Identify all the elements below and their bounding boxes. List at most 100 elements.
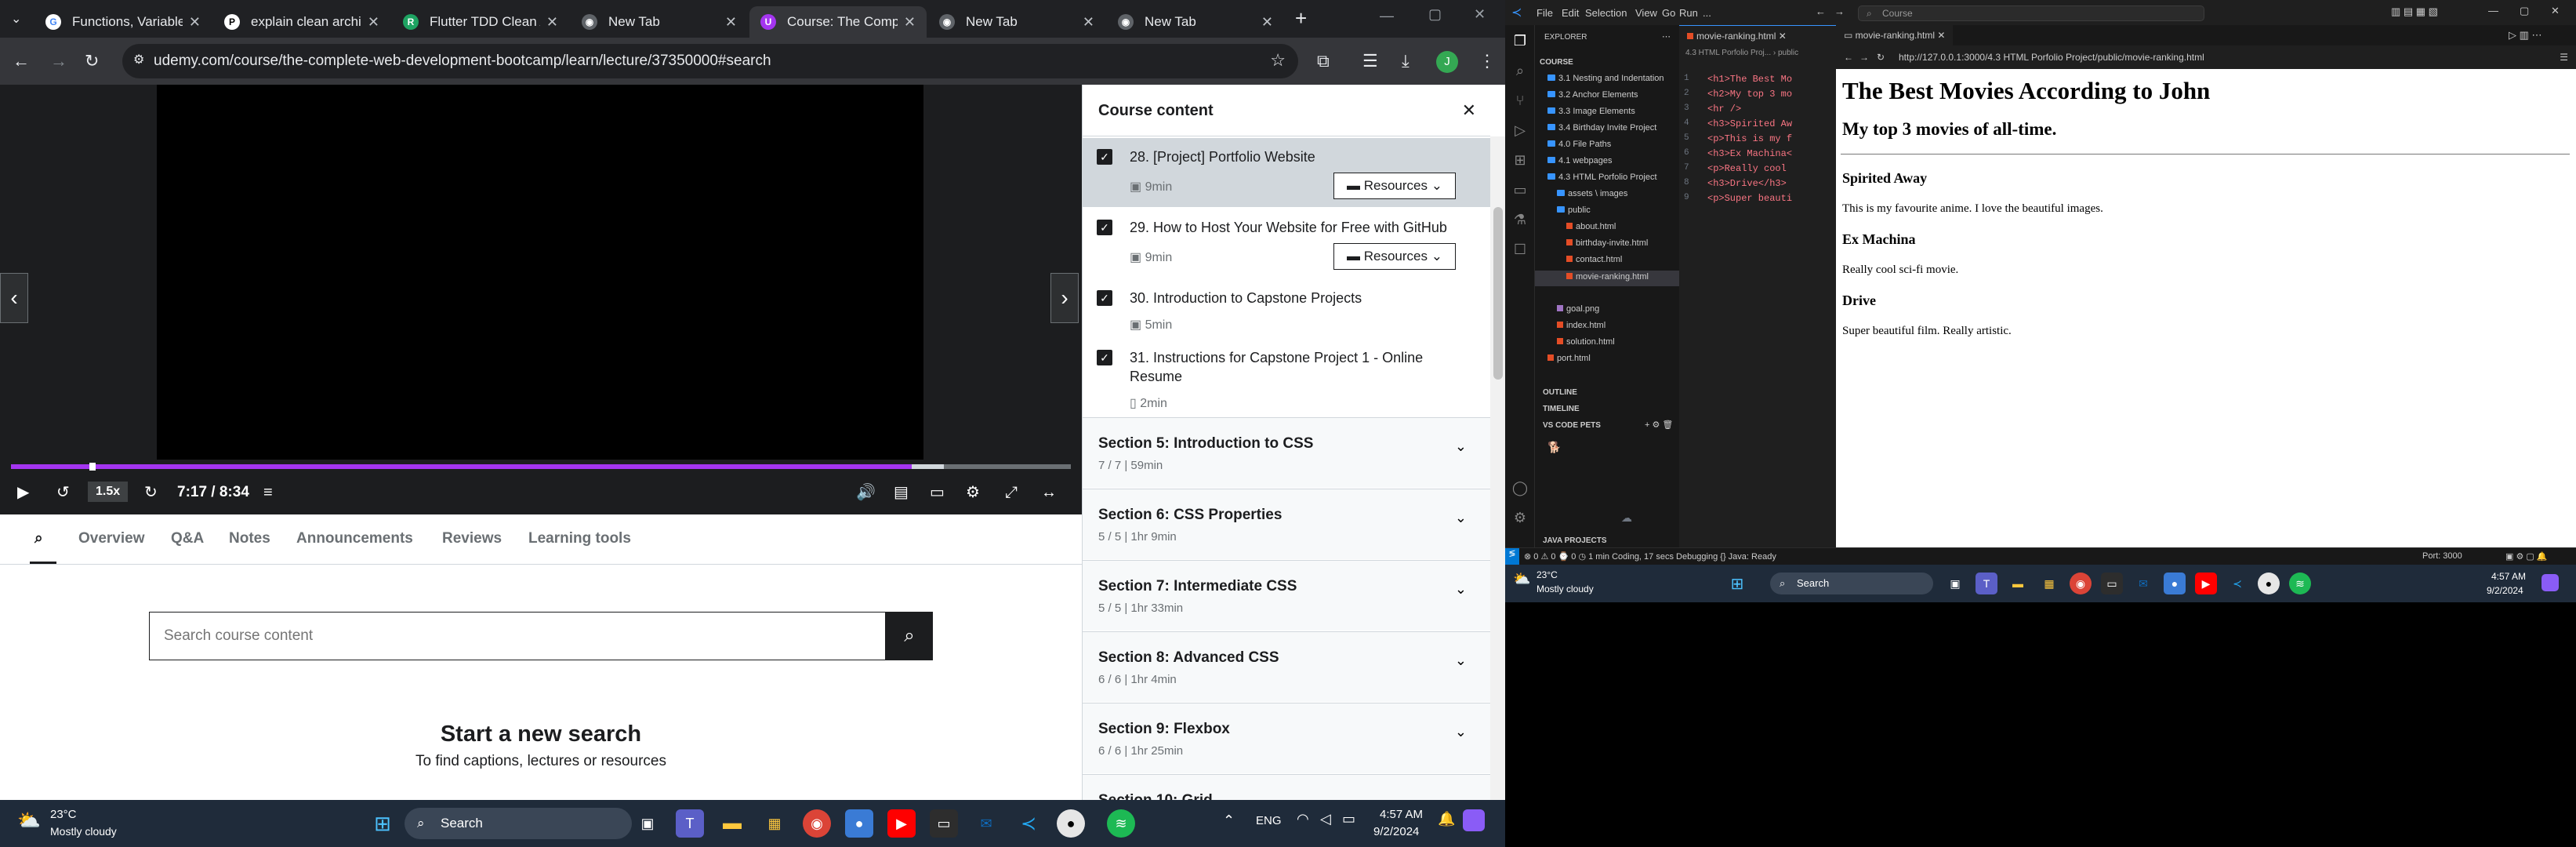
- menu-go[interactable]: Go: [1662, 7, 1675, 19]
- settings-icon[interactable]: ⚙: [1511, 510, 1529, 527]
- section-item[interactable]: Section 5: Introduction to CSS 7 / 7 | 59…: [1083, 417, 1490, 488]
- volume-icon[interactable]: ◁: [1320, 811, 1331, 827]
- checkbox-checked[interactable]: ✓: [1097, 290, 1112, 306]
- tray-chevron-icon[interactable]: ⌃: [1223, 812, 1235, 829]
- section-item[interactable]: Section 7: Intermediate CSS 5 / 5 | 1hr 3…: [1083, 560, 1490, 631]
- teams-icon[interactable]: T: [676, 809, 704, 838]
- teams-icon[interactable]: T: [1976, 573, 1997, 594]
- resources-button[interactable]: ▬ Resources ⌄: [1333, 173, 1456, 199]
- status-icons[interactable]: ▣ ⚙ ▢ 🔔: [2505, 551, 2548, 562]
- vscode-icon[interactable]: ≺: [2226, 573, 2248, 594]
- terminal-icon[interactable]: ▭: [930, 809, 958, 838]
- forward-icon[interactable]: →: [1859, 45, 1869, 69]
- weather-desc[interactable]: Mostly cloudy: [1537, 583, 1594, 594]
- more-menu-icon[interactable]: ⋮: [1478, 38, 1496, 85]
- wifi-icon[interactable]: ◠: [1297, 811, 1309, 827]
- layout-icon[interactable]: ▥ ▤ ▦ ▧: [2391, 5, 2438, 18]
- section-item[interactable]: Section 9: Flexbox 6 / 6 | 1hr 25min ⌄: [1083, 703, 1490, 773]
- section-item[interactable]: Section 8: Advanced CSS 6 / 6 | 1hr 4min ⌄: [1083, 631, 1490, 702]
- task-view-icon[interactable]: ▣: [633, 809, 662, 838]
- explorer-icon[interactable]: ❐: [1511, 33, 1529, 50]
- tree-item-selected[interactable]: movie-ranking.html: [1535, 271, 1679, 286]
- volume-icon[interactable]: 🔊: [856, 471, 876, 514]
- tab-5[interactable]: U Course: The Comple ✕: [749, 6, 927, 38]
- new-tab-button[interactable]: +: [1295, 6, 1307, 31]
- back-icon[interactable]: ←: [13, 38, 30, 85]
- notes-icon[interactable]: ▤: [894, 471, 909, 514]
- app-icon[interactable]: ●: [2164, 573, 2186, 594]
- code-editor[interactable]: movie-ranking.html ✕ 4.3 HTML Porfolio P…: [1679, 25, 1836, 547]
- chat-icon[interactable]: ☐: [1511, 242, 1529, 259]
- previous-lecture-icon[interactable]: ‹: [0, 273, 28, 323]
- close-icon[interactable]: ✕: [904, 14, 916, 31]
- close-icon[interactable]: ✕: [189, 14, 201, 31]
- tree-item[interactable]: public: [1557, 205, 1591, 215]
- mail-icon[interactable]: ✉: [972, 809, 1000, 838]
- source-control-icon[interactable]: ⑂: [1511, 93, 1529, 110]
- checkbox-checked[interactable]: ✓: [1097, 350, 1112, 365]
- tab-6[interactable]: ◉ New Tab ✕: [928, 6, 1105, 38]
- timeline-section[interactable]: TIMELINE: [1543, 405, 1580, 413]
- clock-time[interactable]: 4:57 AM: [1380, 808, 1423, 821]
- tab-2[interactable]: P explain clean archite ✕: [213, 6, 390, 38]
- tree-item[interactable]: about.html: [1566, 222, 1616, 231]
- tab-reviews[interactable]: Reviews: [442, 530, 502, 547]
- next-lecture-icon[interactable]: ›: [1050, 273, 1079, 323]
- run-icon[interactable]: ▷ ▥ ⋯: [2509, 29, 2542, 42]
- tree-item[interactable]: port.html: [1547, 354, 1591, 363]
- tab-notes[interactable]: Notes: [229, 530, 270, 547]
- tab-4[interactable]: ◉ New Tab ✕: [571, 6, 748, 38]
- tree-item[interactable]: 3.3 Image Elements: [1547, 107, 1635, 116]
- tree-item[interactable]: solution.html: [1557, 337, 1615, 347]
- menu-view[interactable]: View: [1635, 7, 1657, 19]
- code-line[interactable]: <p>Really cool: [1707, 163, 1787, 174]
- start-icon[interactable]: ⊞: [1726, 573, 1748, 594]
- spotify-icon[interactable]: ≋: [2289, 573, 2311, 594]
- tree-item[interactable]: goal.png: [1557, 304, 1599, 314]
- code-line[interactable]: <p>Super beauti: [1707, 193, 1792, 204]
- tab-7[interactable]: ◉ New Tab ✕: [1107, 6, 1284, 38]
- lecture-item[interactable]: ✓ 28. [Project] Portfolio Website ▣ 9min…: [1083, 138, 1490, 207]
- tab-1[interactable]: G Functions, Variables ✕: [34, 6, 212, 38]
- folder-root[interactable]: COURSE: [1540, 58, 1573, 67]
- checkbox-checked[interactable]: ✓: [1097, 149, 1112, 165]
- lecture-item[interactable]: ✓ 31. Instructions for Capstone Project …: [1083, 339, 1490, 417]
- video-screen[interactable]: [157, 85, 923, 514]
- store-icon[interactable]: ▦: [2038, 573, 2060, 594]
- search-icon[interactable]: ⌕: [1511, 63, 1529, 80]
- pets-section[interactable]: VS CODE PETS: [1543, 421, 1601, 430]
- taskbar-search[interactable]: ⌕ Search: [405, 808, 632, 839]
- tab-announcements[interactable]: Announcements: [296, 530, 413, 547]
- forward-icon[interactable]: →: [50, 38, 67, 85]
- pets-actions[interactable]: + ⚙ 🗑: [1645, 420, 1673, 430]
- section-item[interactable]: Section 6: CSS Properties 5 / 5 | 1hr 9mi…: [1083, 489, 1490, 559]
- code-line[interactable]: <h3>Drive</h3>: [1707, 178, 1787, 189]
- notification-icon[interactable]: 🔔: [1438, 811, 1455, 827]
- task-view-icon[interactable]: ▣: [1944, 573, 1966, 594]
- tree-item[interactable]: 4.1 webpages: [1547, 156, 1613, 165]
- fullscreen-icon[interactable]: ⤢: [1005, 471, 1018, 514]
- video-player[interactable]: ‹ ›: [0, 85, 1082, 514]
- tree-item[interactable]: 4.0 File Paths: [1547, 140, 1611, 149]
- battery-icon[interactable]: ▭: [1342, 811, 1355, 827]
- language-indicator[interactable]: ENG: [1256, 814, 1282, 827]
- captions-icon[interactable]: ▭: [930, 471, 945, 514]
- tree-item[interactable]: 3.4 Birthday Invite Project: [1547, 123, 1656, 133]
- start-icon[interactable]: ⊞: [368, 809, 397, 838]
- tree-item[interactable]: 4.3 HTML Porfolio Project: [1547, 173, 1657, 182]
- close-window-icon[interactable]: ✕: [2551, 5, 2560, 17]
- preview-url-bar[interactable]: ← → ↻ http://127.0.0.1:3000/4.3 HTML Por…: [1836, 45, 2576, 69]
- menu-more[interactable]: ...: [1703, 7, 1711, 19]
- menu-edit[interactable]: Edit: [1562, 7, 1579, 19]
- github-icon[interactable]: ●: [2258, 573, 2280, 594]
- search-button[interactable]: ⌕: [886, 612, 933, 660]
- forward-icon[interactable]: ↻: [144, 471, 158, 514]
- play-icon[interactable]: ▶: [17, 471, 29, 514]
- minimize-icon[interactable]: —: [1380, 8, 1394, 24]
- taskbar-search[interactable]: ⌕ Search: [1770, 573, 1933, 594]
- rewind-icon[interactable]: ↺: [56, 471, 70, 514]
- status-port[interactable]: Port: 3000: [2422, 551, 2462, 561]
- reading-list-icon[interactable]: ☰: [1362, 38, 1378, 85]
- tree-item[interactable]: index.html: [1557, 321, 1605, 330]
- testing-icon[interactable]: ⚗: [1511, 212, 1529, 229]
